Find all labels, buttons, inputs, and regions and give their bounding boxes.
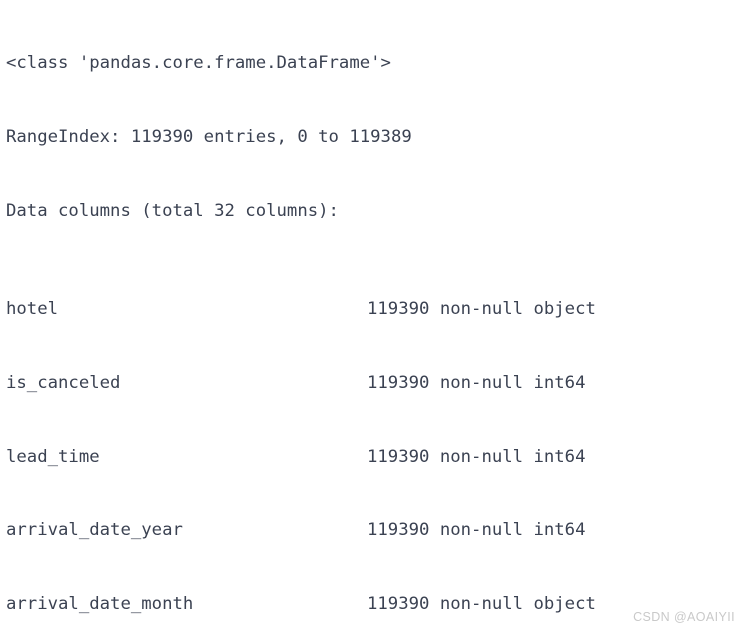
dataframe-info-text: <class 'pandas.core.frame.DataFrame'> Ra… [6,2,606,631]
data-columns-line: Data columns (total 32 columns): [6,200,339,221]
column-name: lead_time [6,446,100,467]
column-name: arrival_date_year [6,520,183,541]
column-name: arrival_date_month [6,594,194,615]
column-meta: 119390 non-null int64 [367,520,586,541]
column-meta: 119390 non-null int64 [367,446,586,467]
column-meta: 119390 non-null int64 [367,372,586,393]
column-name: hotel [6,299,59,320]
column-meta: 119390 non-null object [367,299,596,320]
column-row: arrival_date_year 119390 non-null int64 [6,518,606,543]
column-row: is_canceled 119390 non-null int64 [6,371,606,396]
column-row: lead_time 119390 non-null int64 [6,445,606,470]
dataframe-info-output-screen: <class 'pandas.core.frame.DataFrame'> Ra… [0,0,747,631]
column-row: arrival_date_month 119390 non-null object [6,592,606,617]
rangeindex-line: RangeIndex: 119390 entries, 0 to 119389 [6,126,412,147]
column-row: hotel 119390 non-null object [6,297,606,322]
column-name: is_canceled [6,372,121,393]
column-meta: 119390 non-null object [367,594,596,615]
csdn-watermark: CSDN @AOAIYII [633,610,735,624]
class-line: <class 'pandas.core.frame.DataFrame'> [6,53,391,74]
